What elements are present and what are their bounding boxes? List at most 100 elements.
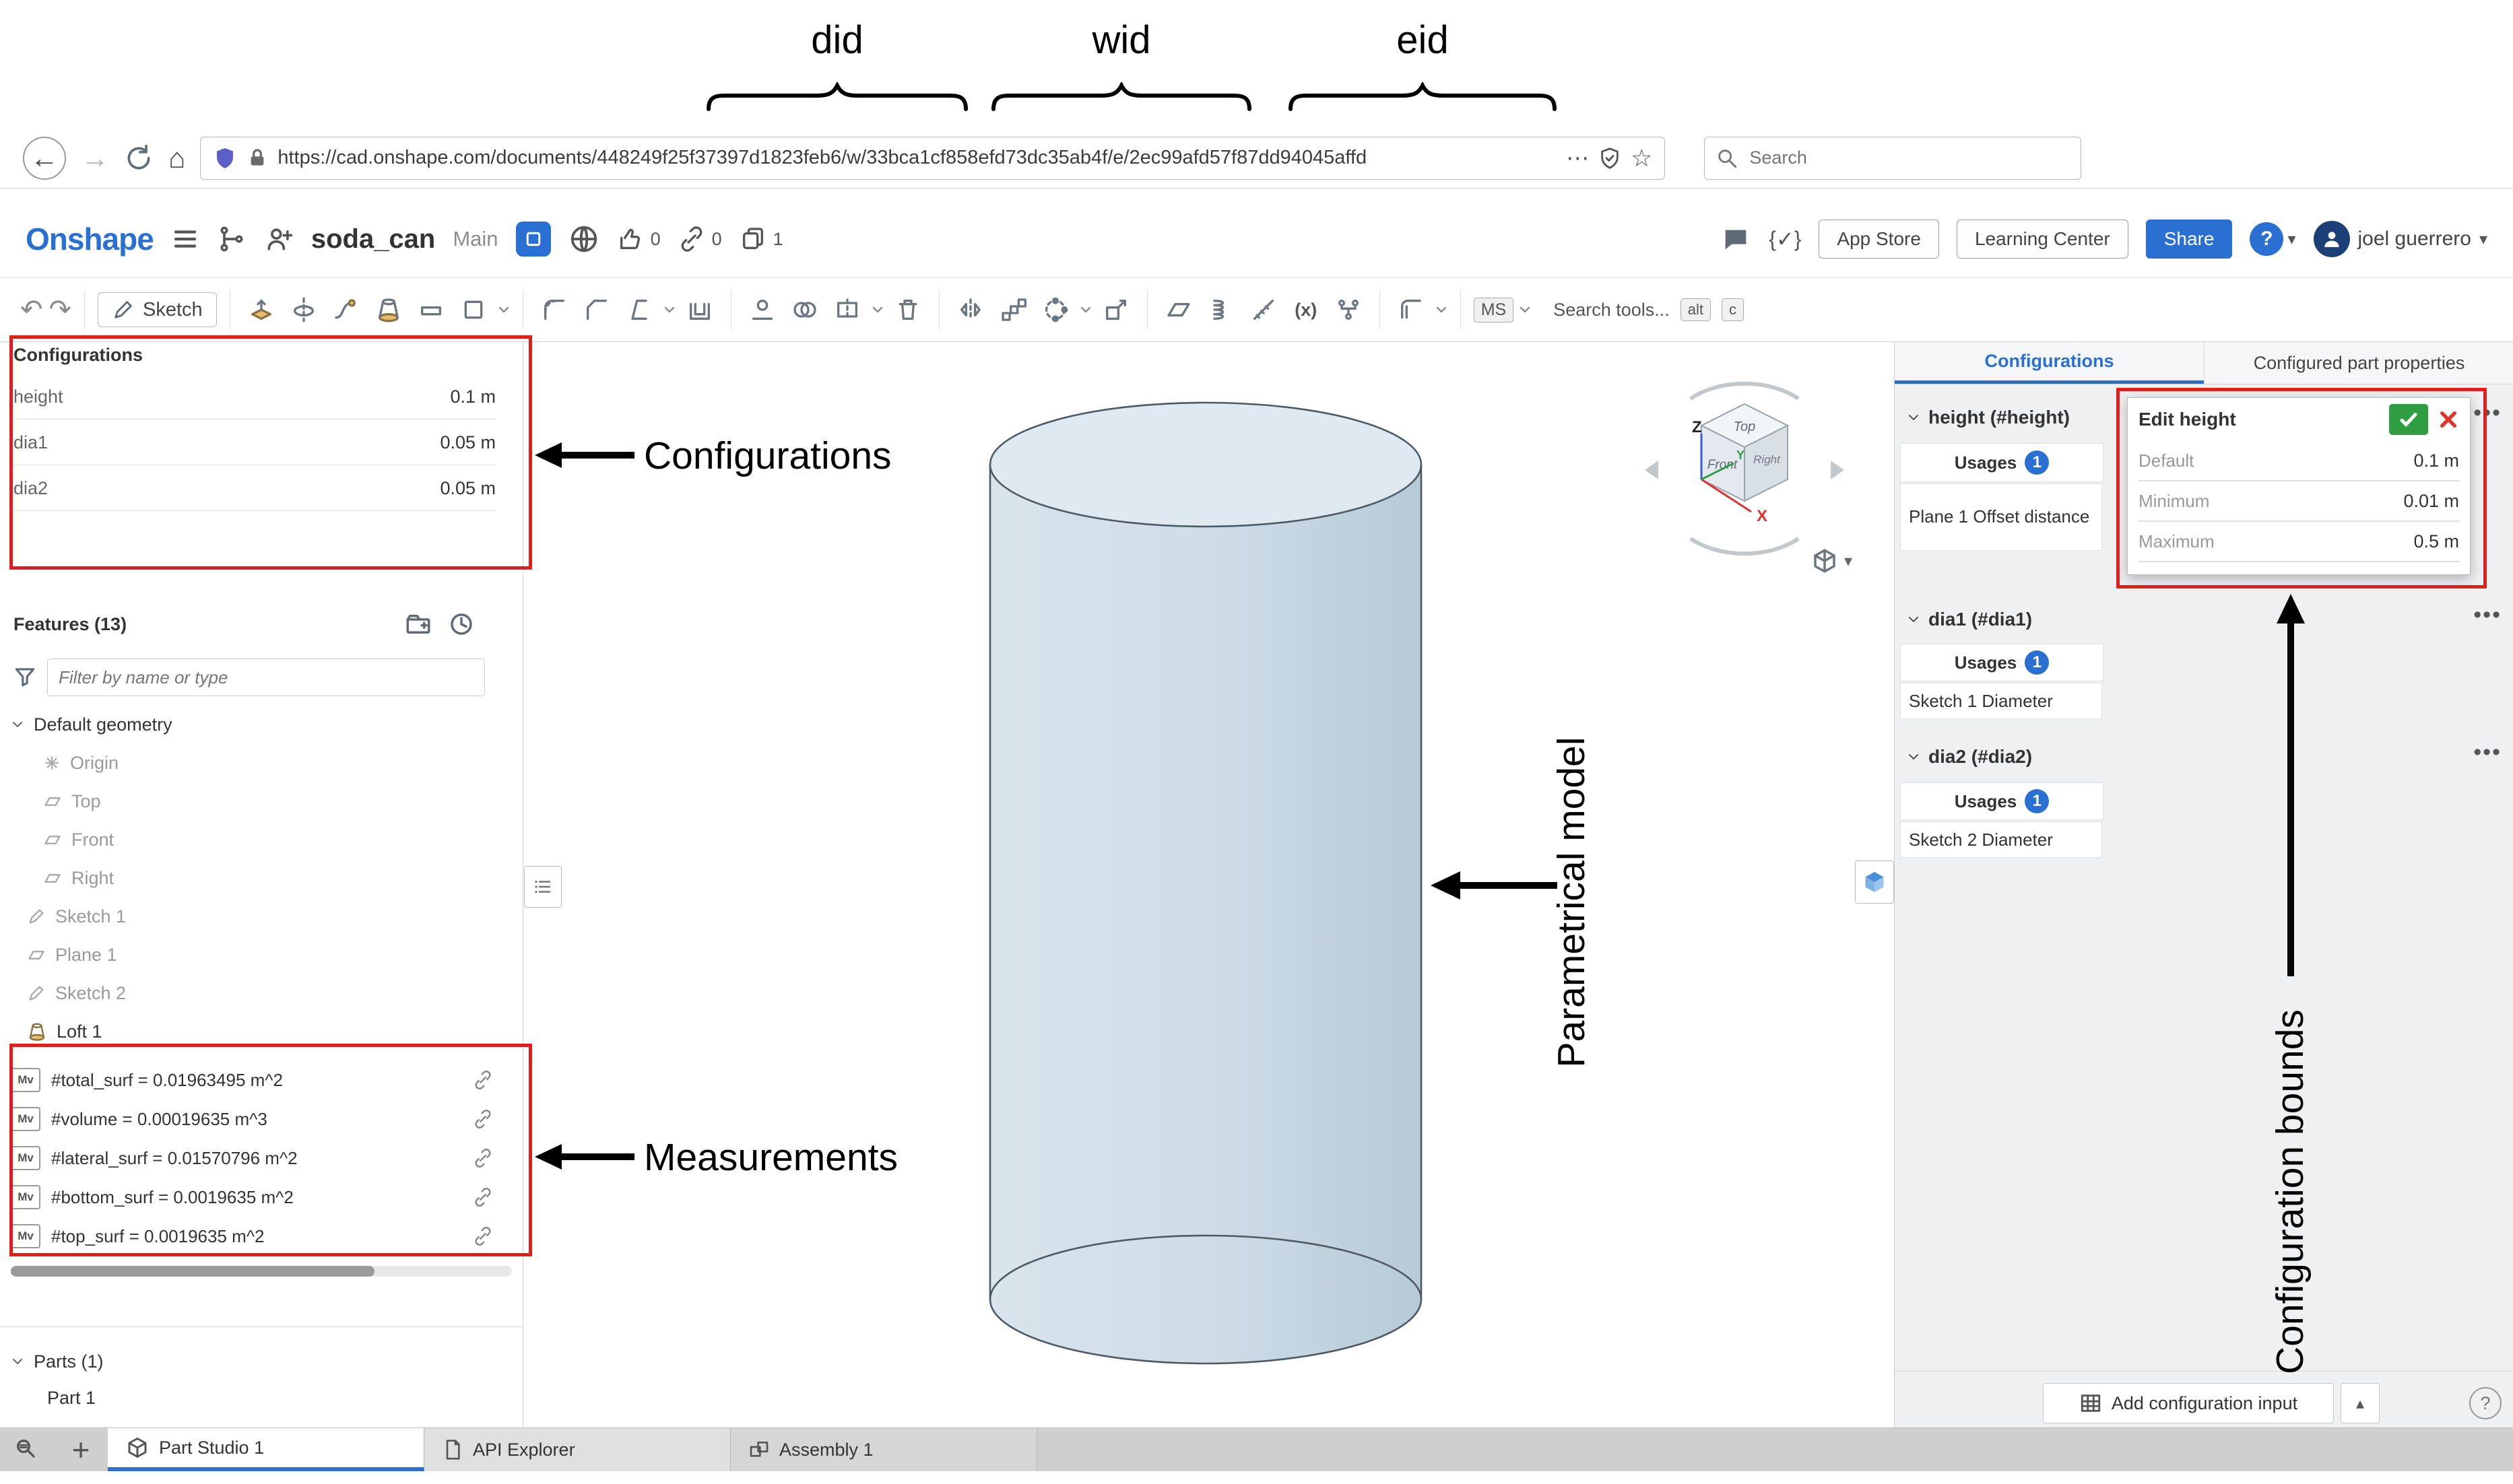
back-icon[interactable]: ← bbox=[23, 137, 66, 180]
delete-part-icon[interactable] bbox=[890, 292, 926, 328]
extrude-icon[interactable] bbox=[243, 292, 280, 328]
tree-item-default-geometry[interactable]: Default geometry bbox=[11, 706, 172, 743]
config-row-dia1[interactable]: dia10.05 m bbox=[13, 420, 496, 465]
helix-icon[interactable] bbox=[1203, 292, 1239, 328]
variable-icon[interactable]: (x) bbox=[1288, 292, 1324, 328]
section-header-dia1[interactable]: dia1 (#dia1) bbox=[1907, 609, 2032, 630]
usage-row-plane1-offset[interactable]: Plane 1 Offset distance bbox=[1900, 483, 2102, 551]
popup-field-default[interactable]: Default0.1 m bbox=[2139, 441, 2459, 481]
link-icon[interactable] bbox=[473, 1109, 493, 1129]
add-config-caret-button[interactable]: ▴ bbox=[2341, 1383, 2380, 1423]
chamfer-icon[interactable] bbox=[579, 292, 615, 328]
section-menu-icon[interactable]: ••• bbox=[2473, 602, 2502, 628]
split-icon[interactable] bbox=[829, 292, 866, 328]
link-icon[interactable] bbox=[473, 1226, 493, 1246]
circular-pattern-icon[interactable] bbox=[1037, 292, 1074, 328]
document-status-icon[interactable] bbox=[516, 222, 551, 257]
chevron-down-icon[interactable] bbox=[11, 1357, 24, 1366]
config-row-dia2[interactable]: dia20.05 m bbox=[13, 466, 496, 511]
browser-search-box[interactable] bbox=[1704, 137, 2081, 180]
public-globe-icon[interactable] bbox=[568, 224, 599, 255]
rollback-history-icon[interactable] bbox=[447, 610, 476, 638]
main-menu-icon[interactable] bbox=[171, 225, 199, 253]
sweep-icon[interactable] bbox=[328, 292, 364, 328]
links-group[interactable]: 0 bbox=[678, 226, 722, 252]
plane-tool-icon[interactable] bbox=[1161, 292, 1197, 328]
new-tab-button[interactable]: + bbox=[54, 1428, 108, 1471]
help-icon[interactable]: ? bbox=[2469, 1387, 2502, 1419]
parts-section-header[interactable]: Parts (1) bbox=[11, 1343, 104, 1380]
modify-menu-caret-icon[interactable] bbox=[663, 305, 676, 314]
tree-item-loft1[interactable]: Loft 1 bbox=[27, 1013, 102, 1050]
popup-field-maximum[interactable]: Maximum0.5 m bbox=[2139, 522, 2459, 562]
featurescript-notices-icon[interactable]: {✓} bbox=[1769, 226, 1801, 252]
scrollbar-thumb[interactable] bbox=[11, 1266, 374, 1277]
usages-height[interactable]: Usages 1 bbox=[1900, 443, 2103, 482]
features-panel-toggle[interactable] bbox=[524, 866, 562, 908]
variable-row-volume[interactable]: Mv #volume = 0.00019635 m^3 bbox=[11, 1100, 512, 1138]
transform-icon[interactable] bbox=[1098, 292, 1134, 328]
tree-item-sketch2[interactable]: Sketch 2 bbox=[27, 974, 126, 1012]
redo-icon[interactable]: ↷ bbox=[49, 294, 72, 325]
fillet-icon[interactable] bbox=[536, 292, 573, 328]
tab-part-studio-1[interactable]: Part Studio 1 bbox=[108, 1428, 424, 1471]
sheet-metal-icon[interactable] bbox=[1393, 292, 1429, 328]
tree-item-front-plane[interactable]: Front bbox=[43, 821, 114, 858]
variable-row-bottom-surf[interactable]: Mv #bottom_surf = 0.0019635 m^2 bbox=[11, 1178, 512, 1216]
app-store-button[interactable]: App Store bbox=[1819, 220, 1939, 259]
mirror-icon[interactable] bbox=[952, 292, 989, 328]
help-menu[interactable]: ? ▾ bbox=[2250, 222, 2295, 256]
link-icon[interactable] bbox=[473, 1187, 493, 1207]
refresh-icon[interactable] bbox=[124, 143, 154, 173]
manage-tabs-icon[interactable] bbox=[0, 1428, 54, 1471]
follow-mode-icon[interactable] bbox=[264, 224, 294, 254]
variable-row-top-surf[interactable]: Mv #top_surf = 0.0019635 m^2 bbox=[11, 1217, 512, 1255]
tab-configurations[interactable]: Configurations bbox=[1895, 342, 2204, 384]
workspace-name[interactable]: Main bbox=[453, 227, 498, 251]
pattern-menu-caret-icon[interactable] bbox=[1080, 305, 1092, 314]
hole-icon[interactable] bbox=[744, 292, 781, 328]
tree-item-sketch1[interactable]: Sketch 1 bbox=[27, 898, 126, 935]
browser-search-input[interactable] bbox=[1748, 147, 2047, 169]
custom-feature-button[interactable]: MS bbox=[1474, 298, 1532, 323]
learning-center-button[interactable]: Learning Center bbox=[1957, 220, 2128, 259]
tab-api-explorer[interactable]: API Explorer bbox=[424, 1428, 731, 1471]
part-item[interactable]: Part 1 bbox=[47, 1379, 96, 1417]
linear-pattern-icon[interactable] bbox=[995, 292, 1031, 328]
draft-icon[interactable] bbox=[621, 292, 657, 328]
undo-icon[interactable]: ↶ bbox=[20, 294, 43, 325]
usage-row-sketch2-diameter[interactable]: Sketch 2 Diameter bbox=[1900, 821, 2102, 858]
tab-configured-part-properties[interactable]: Configured part properties bbox=[2204, 342, 2513, 384]
user-menu[interactable]: joel guerrero ▾ bbox=[2314, 221, 2487, 257]
usages-dia2[interactable]: Usages 1 bbox=[1900, 782, 2103, 820]
link-icon[interactable] bbox=[473, 1148, 493, 1168]
config-row-height[interactable]: height0.1 m bbox=[13, 374, 496, 419]
tree-item-origin[interactable]: Origin bbox=[43, 744, 119, 782]
section-menu-icon[interactable]: ••• bbox=[2473, 739, 2502, 766]
onshape-logo[interactable]: Onshape bbox=[26, 221, 154, 257]
tracking-shield-icon[interactable] bbox=[213, 145, 237, 172]
measure-icon[interactable] bbox=[1245, 292, 1282, 328]
featurescript-tree-icon[interactable] bbox=[1330, 292, 1367, 328]
shield-check-icon[interactable] bbox=[1598, 145, 1621, 171]
sheet-metal-caret-icon[interactable] bbox=[1435, 305, 1447, 314]
filter-box[interactable] bbox=[47, 659, 485, 696]
variable-row-total-surf[interactable]: Mv #total_surf = 0.01963495 m^2 bbox=[11, 1061, 512, 1099]
document-title[interactable]: soda_can bbox=[311, 224, 436, 255]
cancel-button[interactable] bbox=[2438, 409, 2459, 430]
home-icon[interactable]: ⌂ bbox=[168, 142, 185, 174]
tree-item-plane1[interactable]: Plane 1 bbox=[27, 936, 117, 974]
likes-group[interactable]: 0 bbox=[617, 226, 661, 252]
usages-dia1[interactable]: Usages 1 bbox=[1900, 644, 2103, 681]
popup-field-minimum[interactable]: Minimum0.01 m bbox=[2139, 481, 2459, 522]
bookmark-star-icon[interactable]: ☆ bbox=[1631, 144, 1652, 172]
confirm-button[interactable] bbox=[2389, 404, 2428, 435]
tree-item-right-plane[interactable]: Right bbox=[43, 859, 114, 897]
versions-icon[interactable] bbox=[217, 224, 247, 254]
tab-assembly-1[interactable]: Assembly 1 bbox=[731, 1428, 1037, 1471]
revolve-icon[interactable] bbox=[286, 292, 322, 328]
section-header-dia2[interactable]: dia2 (#dia2) bbox=[1907, 746, 2032, 768]
forward-icon[interactable]: → bbox=[81, 142, 109, 174]
chevron-down-icon[interactable] bbox=[11, 720, 24, 729]
tree-item-top-plane[interactable]: Top bbox=[43, 782, 101, 820]
